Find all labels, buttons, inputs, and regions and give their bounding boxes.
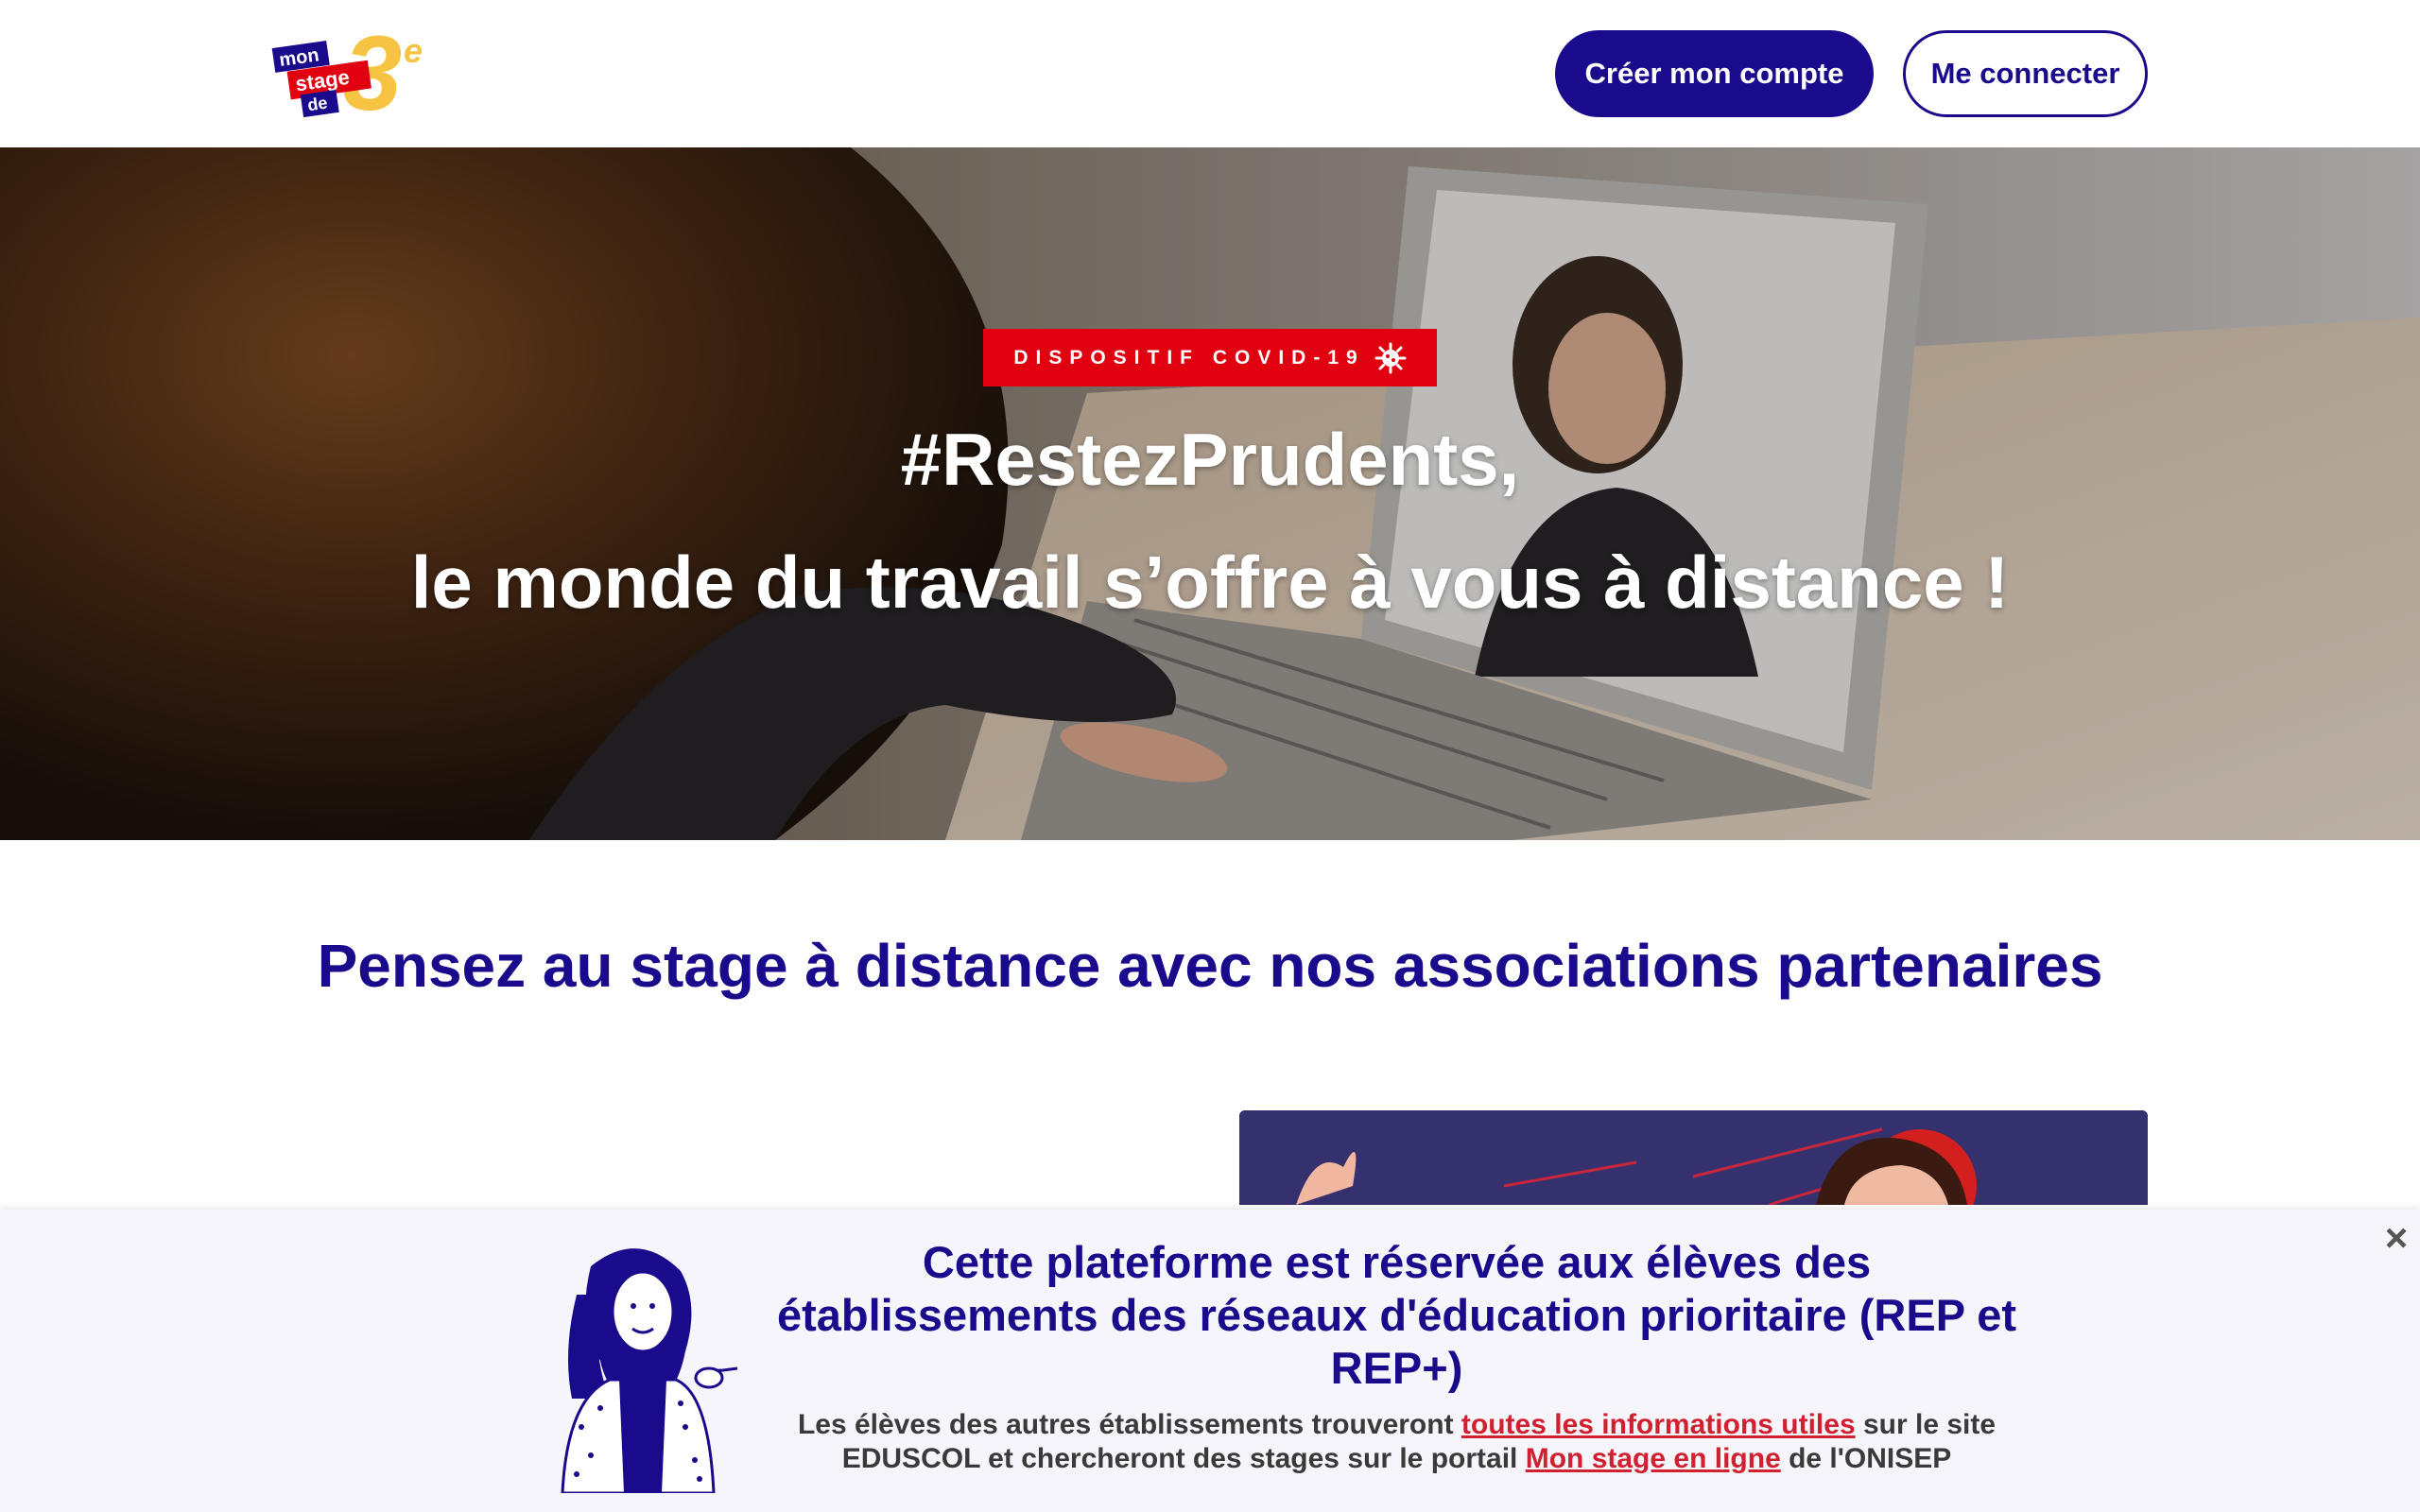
logo-sup: e <box>404 31 423 70</box>
hero-banner: DISPOSITIF COVID-19 #RestezPrudents, le … <box>0 147 2420 840</box>
site-logo[interactable]: 3 e mon stage de <box>269 14 430 132</box>
notice-title: Cette plateforme est réservée aux élèves… <box>776 1237 2017 1393</box>
covid-badge-label: DISPOSITIF COVID-19 <box>1013 346 1365 369</box>
eduscol-info-link[interactable]: toutes les informations utiles <box>1461 1409 1856 1440</box>
girl-illustration <box>534 1238 742 1495</box>
partner-illustration <box>1239 1110 2148 1205</box>
create-account-button[interactable]: Créer mon compte <box>1555 30 1874 117</box>
rep-notice-banner: × Cette plateforme est réservée aux élèv… <box>0 1210 2420 1512</box>
logo-de: de <box>306 94 329 115</box>
onisep-link[interactable]: Mon stage en ligne <box>1526 1443 1781 1474</box>
close-icon[interactable]: × <box>2377 1218 2415 1258</box>
virus-icon <box>1374 342 1407 374</box>
hero-title-line2: le monde du travail s’offre à vous à dis… <box>410 541 2010 624</box>
partners-section-title: Pensez au stage à distance avec nos asso… <box>317 932 2103 1000</box>
login-button[interactable]: Me connecter <box>1903 30 2148 117</box>
hero-title-line1: #RestezPrudents, <box>900 418 1520 501</box>
notice-text: Les élèves des autres établissements tro… <box>797 1409 1996 1474</box>
covid-badge: DISPOSITIF COVID-19 <box>983 329 1437 387</box>
site-header: 3 e mon stage de Créer mon compte Me con… <box>0 0 2420 147</box>
